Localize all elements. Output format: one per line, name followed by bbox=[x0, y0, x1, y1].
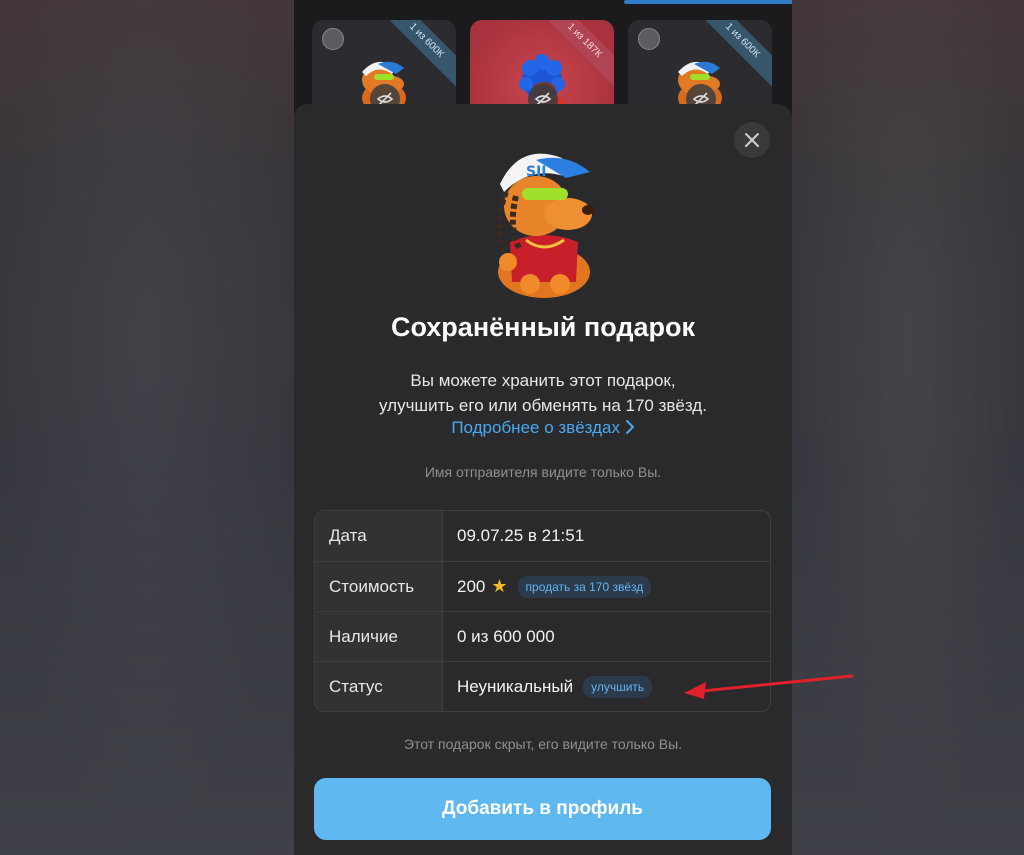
availability-value: 0 из 600 000 bbox=[457, 626, 555, 646]
stars-info-link-label: Подробнее о звёздах bbox=[451, 418, 620, 437]
red-arrow-annotation bbox=[684, 674, 854, 699]
row-label: Стоимость bbox=[315, 562, 443, 611]
add-to-profile-button[interactable]: Добавить в профиль bbox=[314, 778, 771, 840]
owner-avatar bbox=[638, 28, 660, 50]
owner-avatar bbox=[322, 28, 344, 50]
description: Вы можете хранить этот подарок, улучшить… bbox=[294, 368, 792, 418]
background-left bbox=[0, 0, 294, 855]
star-icon: ★ bbox=[491, 576, 508, 596]
gift-strip: 1 из 600К 1 из 187К 1 из 600К bbox=[294, 0, 792, 130]
gift-sheet: SII Сохранённый подарок Вы можете хранит… bbox=[294, 104, 792, 855]
sell-button[interactable]: продать за 170 звёзд bbox=[517, 575, 652, 598]
close-button[interactable] bbox=[734, 122, 770, 158]
status-value: Неуникальный bbox=[457, 676, 574, 696]
background-right bbox=[792, 0, 1024, 855]
close-icon bbox=[745, 133, 759, 147]
page-title: Сохранённый подарок bbox=[390, 312, 696, 342]
row-label: Статус bbox=[315, 662, 443, 711]
table-row: Дата 09.07.25 в 21:51 bbox=[315, 511, 770, 561]
date-value: 09.07.25 в 21:51 bbox=[457, 526, 585, 545]
description-line: Вы можете хранить этот подарок, bbox=[410, 371, 676, 390]
hidden-note: Этот подарок скрыт, его видите только Вы… bbox=[403, 736, 683, 752]
svg-text:SII: SII bbox=[526, 164, 547, 180]
chevron-right-icon bbox=[625, 418, 635, 437]
description-line: улучшить его или обменять на 170 звёзд. bbox=[379, 396, 707, 415]
row-value: 09.07.25 в 21:51 bbox=[443, 511, 770, 561]
sender-note: Имя отправителя видите только Вы. bbox=[424, 464, 662, 480]
row-value: 200 ★ продать за 170 звёзд bbox=[443, 562, 770, 611]
row-label: Дата bbox=[315, 511, 443, 561]
price-value: 200 bbox=[457, 576, 486, 596]
row-value: 0 из 600 000 bbox=[443, 612, 770, 661]
row-label: Наличие bbox=[315, 612, 443, 661]
table-row: Наличие 0 из 600 000 bbox=[315, 611, 770, 661]
table-row: Стоимость 200 ★ продать за 170 звёзд bbox=[315, 561, 770, 611]
phone-screen: 1 из 600К 1 из 187К 1 из 600К SII Сохран… bbox=[294, 0, 792, 855]
upgrade-button[interactable]: улучшить bbox=[583, 675, 653, 698]
stars-info-link[interactable]: Подробнее о звёздах bbox=[294, 418, 792, 438]
dog-gift-icon: SII bbox=[496, 153, 594, 298]
